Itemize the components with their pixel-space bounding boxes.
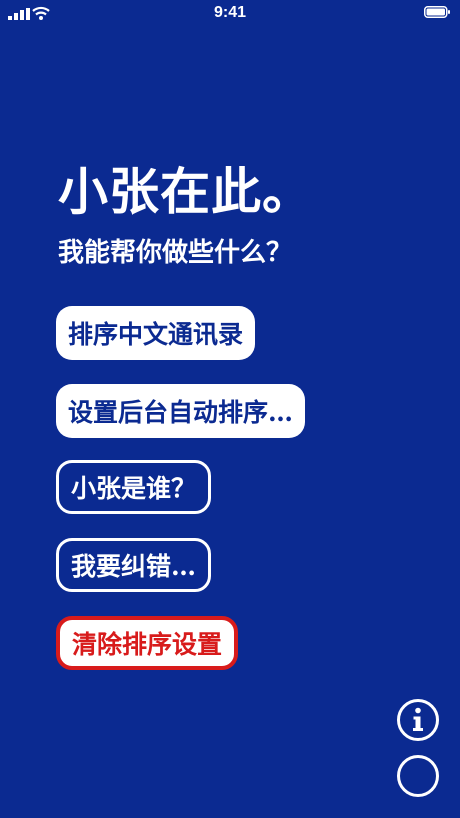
report-error-button[interactable]: 我要纠错… xyxy=(56,538,212,592)
info-icon[interactable] xyxy=(396,698,440,742)
sort-contacts-button[interactable]: 排序中文通讯录 xyxy=(56,306,256,360)
battery-icon xyxy=(424,6,450,18)
page-subtitle: 我能帮你做些什么？ xyxy=(58,238,293,268)
background-sort-button[interactable]: 设置后台自动排序… xyxy=(56,384,306,438)
circle-icon[interactable] xyxy=(396,754,440,798)
page-title: 小张在此。 xyxy=(58,162,313,221)
status-time: 9:41 xyxy=(213,4,247,21)
status-bar: 9:41 xyxy=(0,0,460,26)
clear-sort-settings-button[interactable]: 清除排序设置 xyxy=(56,616,239,670)
who-is-xiaozhang-button[interactable]: 小张是谁？ xyxy=(56,460,212,514)
